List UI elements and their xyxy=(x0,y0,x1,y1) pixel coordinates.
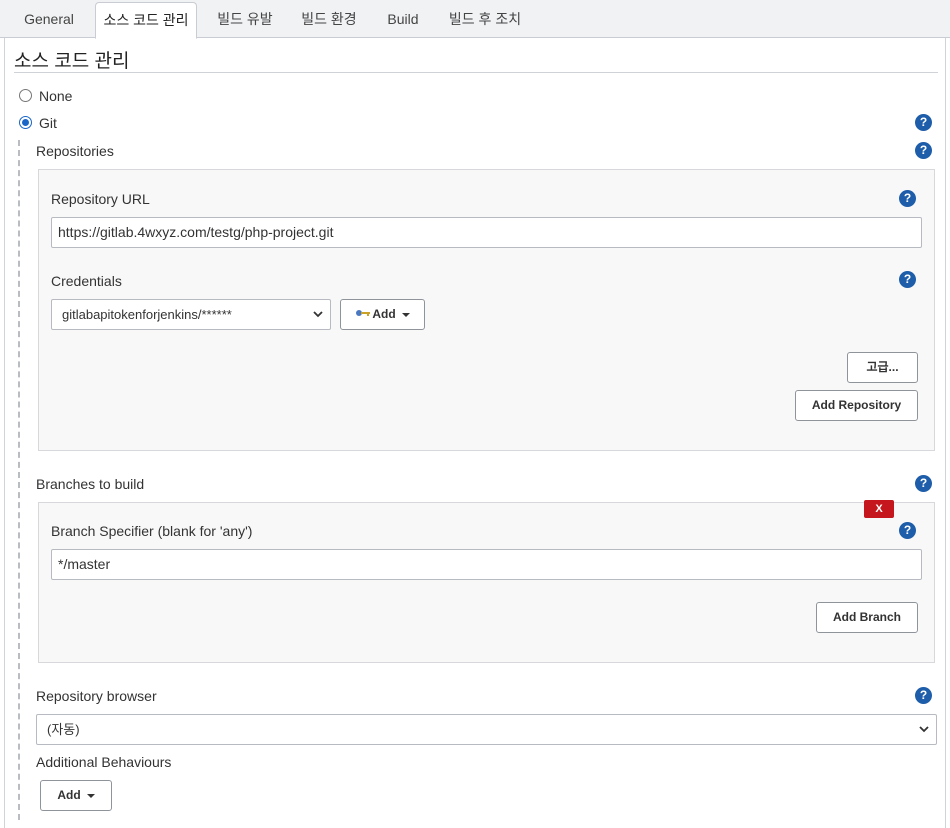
advanced-button[interactable]: 고급... xyxy=(847,352,918,383)
chevron-down-icon xyxy=(312,300,324,341)
branch-specifier-input[interactable]: */master xyxy=(51,549,922,580)
repository-url-help-icon[interactable]: ? xyxy=(899,190,916,207)
scm-none-label: None xyxy=(39,88,73,104)
caret-down-icon xyxy=(401,312,410,317)
credentials-label: Credentials xyxy=(51,273,122,289)
section-divider xyxy=(14,72,938,73)
branch-specifier-help-icon[interactable]: ? xyxy=(899,522,916,539)
branch-specifier-label: Branch Specifier (blank for 'any') xyxy=(51,523,253,539)
tab-post-build-actions[interactable]: 빌드 후 조치 xyxy=(440,0,530,38)
repositories-label: Repositories xyxy=(36,143,114,159)
branches-help-icon[interactable]: ? xyxy=(915,475,932,492)
add-behaviour-label: Add xyxy=(57,788,81,802)
add-credentials-label: Add xyxy=(372,307,396,321)
remove-branch-button[interactable]: X xyxy=(864,500,894,518)
scm-git-label: Git xyxy=(39,115,57,131)
tab-build[interactable]: Build xyxy=(376,0,430,38)
branches-to-build-label: Branches to build xyxy=(36,476,145,492)
repositories-help-icon[interactable]: ? xyxy=(915,142,932,159)
caret-down-icon xyxy=(86,793,95,798)
tab-build-environment[interactable]: 빌드 환경 xyxy=(292,0,366,38)
add-credentials-button[interactable]: Add xyxy=(340,299,425,330)
repository-url-input[interactable]: https://gitlab.4wxyz.com/testg/php-proje… xyxy=(51,217,922,248)
add-repository-button[interactable]: Add Repository xyxy=(795,390,918,421)
repository-browser-label: Repository browser xyxy=(36,688,157,704)
tab-bar: General 소스 코드 관리 빌드 유발 빌드 환경 Build 빌드 후 … xyxy=(0,0,950,39)
add-behaviour-button[interactable]: Add xyxy=(40,780,112,811)
repository-url-label: Repository URL xyxy=(51,191,150,207)
additional-behaviours-label: Additional Behaviours xyxy=(36,754,172,770)
credentials-selected-value: gitlabapitokenforjenkins/****** xyxy=(62,307,232,322)
repository-browser-select[interactable]: (자동) xyxy=(36,714,937,745)
tab-build-triggers[interactable]: 빌드 유발 xyxy=(208,0,282,38)
git-help-icon[interactable]: ? xyxy=(915,114,932,131)
section-title: 소스 코드 관리 xyxy=(14,51,130,72)
git-section-indent-line xyxy=(18,140,20,820)
chevron-down-icon xyxy=(918,715,930,756)
key-icon xyxy=(355,300,371,329)
credentials-select[interactable]: gitlabapitokenforjenkins/****** xyxy=(51,299,331,330)
scm-git-radio[interactable] xyxy=(19,116,32,129)
repository-browser-selected-value: (자동) xyxy=(47,722,80,737)
tab-source-code-management[interactable]: 소스 코드 관리 xyxy=(95,2,197,39)
repository-browser-help-icon[interactable]: ? xyxy=(915,687,932,704)
credentials-help-icon[interactable]: ? xyxy=(899,271,916,288)
add-branch-button[interactable]: Add Branch xyxy=(816,602,918,633)
scm-none-radio[interactable] xyxy=(19,89,32,102)
tab-general[interactable]: General xyxy=(14,0,84,38)
